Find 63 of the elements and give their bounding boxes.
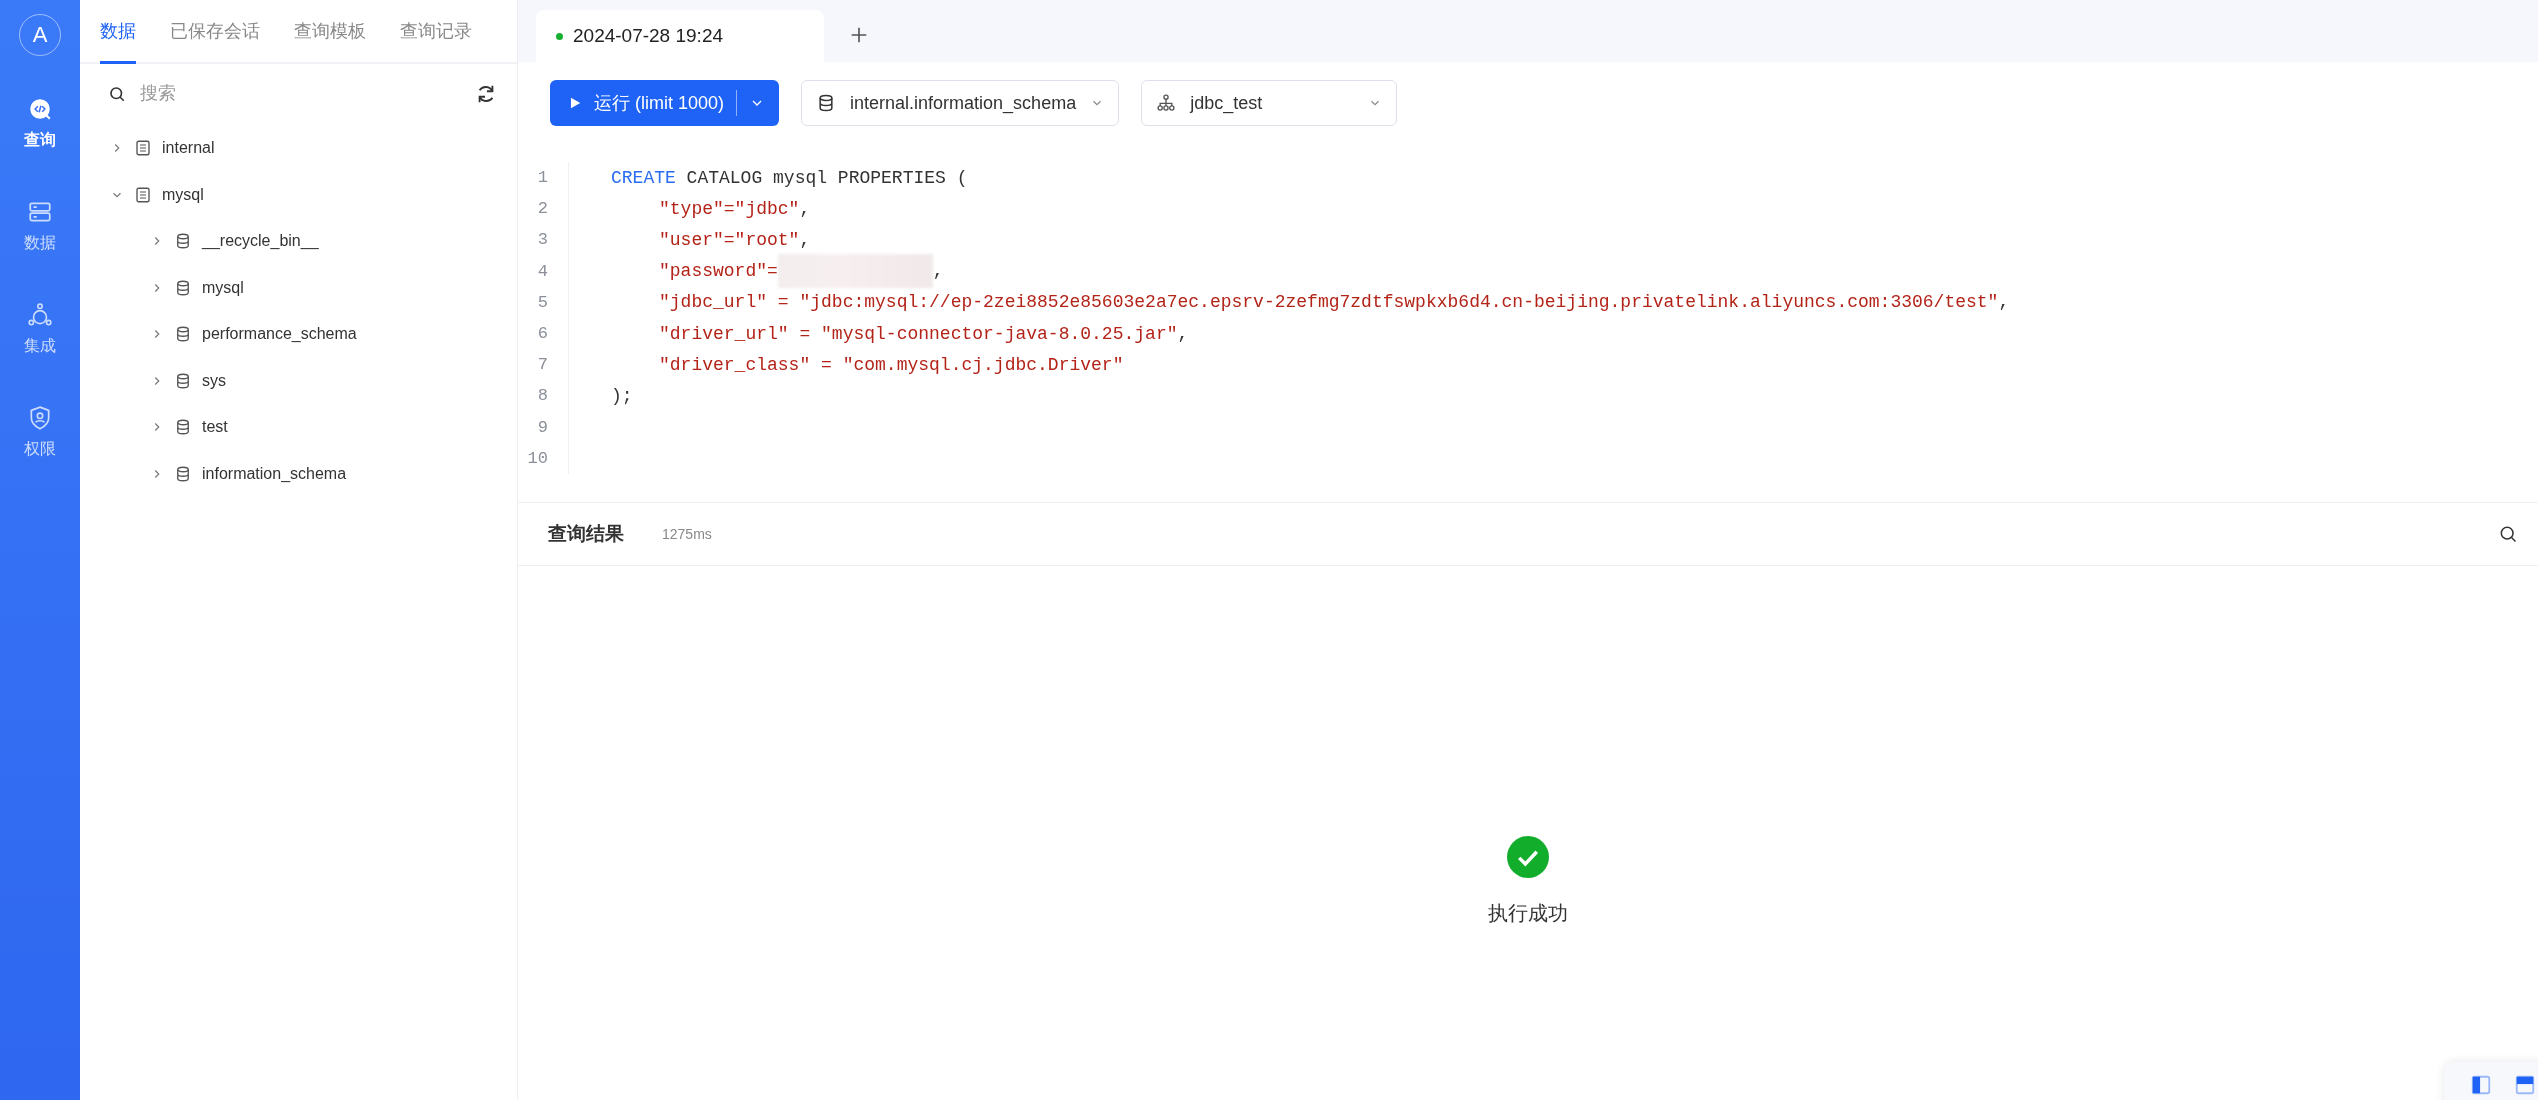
code-token: ,: [1998, 292, 2010, 313]
tree-item[interactable]: internal: [110, 125, 517, 172]
sidebar-tab[interactable]: 查询模板: [294, 0, 366, 64]
search-field[interactable]: 搜索: [138, 82, 467, 105]
database-icon: [174, 464, 192, 483]
code-token: );: [611, 385, 633, 406]
tree-item[interactable]: mysql: [110, 264, 517, 311]
line-number: 8: [536, 386, 549, 406]
tree-item[interactable]: information_schema: [110, 450, 517, 497]
line-number: 7: [536, 355, 549, 375]
line-number: 3: [536, 230, 549, 250]
code-token: ,: [799, 198, 811, 219]
code-token: CREATE: [611, 167, 676, 188]
cluster-select[interactable]: jdbc_test: [1141, 80, 1398, 126]
shield-user-icon: [27, 405, 53, 431]
tree-item[interactable]: sys: [110, 357, 517, 404]
line-number: 4: [536, 261, 549, 281]
success-check-icon: [1507, 835, 1549, 878]
list-icon: [134, 185, 152, 204]
tree-item[interactable]: performance_schema: [110, 311, 517, 358]
line-number: 9: [536, 417, 549, 437]
code-token: ,: [932, 261, 944, 282]
line-number: 5: [536, 292, 549, 312]
query-duration: 1275ms: [662, 525, 712, 542]
line-number: 10: [526, 448, 549, 468]
code-token: "password"=: [659, 261, 778, 282]
line-number: 1: [536, 168, 549, 188]
server-icon: [27, 199, 53, 225]
code-token: ,: [1177, 323, 1189, 344]
database-select[interactable]: internal.information_schema: [801, 80, 1120, 126]
code-bubble-icon: [27, 96, 53, 122]
database-icon: [174, 232, 192, 251]
code-token: "type"="jdbc": [659, 198, 800, 219]
database-icon: [174, 278, 192, 297]
sidebar-tab[interactable]: 已保存会话: [170, 0, 260, 64]
editor-tab[interactable]: 2024-07-28 19:24: [536, 10, 824, 62]
code-token: "user"="root": [659, 229, 800, 250]
search-icon: [108, 84, 126, 103]
nav-item[interactable]: 查询: [24, 96, 56, 151]
status-message: 执行成功: [1488, 900, 1568, 926]
run-button[interactable]: 运行 (limit 1000): [550, 80, 780, 126]
tree-item[interactable]: __recycle_bin__: [110, 218, 517, 265]
code-token: "driver_url" = "mysql-connector-java-8.0.25.jar": [659, 323, 1178, 344]
sidebar-tab[interactable]: 查询记录: [400, 0, 472, 64]
sidebar-tab[interactable]: 数据: [100, 0, 136, 64]
database-icon: [174, 371, 192, 390]
results-title: 查询结果: [548, 521, 624, 546]
code-token: "driver_class" = "com.mysql.cj.jdbc.Driver": [659, 354, 1124, 375]
code-token: CATALOG mysql PROPERTIES (: [685, 167, 968, 188]
tree-item[interactable]: mysql: [110, 171, 517, 218]
hierarchy-icon: [1156, 93, 1177, 113]
line-number: 2: [536, 199, 549, 219]
line-number: 6: [536, 324, 549, 344]
network-nodes-icon: [27, 302, 53, 328]
play-icon: [568, 96, 582, 110]
database-icon: [174, 418, 192, 437]
code-token: "jdbc_url" = "jdbc:mysql://ep-2zei8852e85603e2a7ec.epsrv-2zefmg7zdtfswpkxb6d4.cn-beijing.privatelink.aliyuncs.com:3306/test": [659, 292, 1999, 313]
left-panel-layout-icon[interactable]: [2470, 1074, 2492, 1096]
database-icon: [174, 325, 192, 344]
code-token: ,: [799, 229, 811, 250]
list-icon: [134, 139, 152, 158]
top-panel-layout-icon[interactable]: [2514, 1074, 2536, 1096]
tree-item[interactable]: test: [110, 404, 517, 451]
